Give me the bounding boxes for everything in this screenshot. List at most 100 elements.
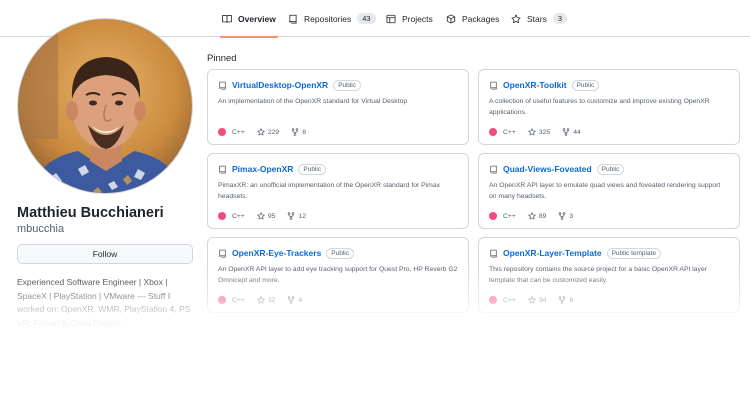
visibility-badge: Public bbox=[571, 79, 600, 91]
stars-count: 95 bbox=[267, 212, 276, 220]
repo-icon bbox=[490, 165, 497, 174]
profile-bio: Experienced Software Engineer | Xbox | S… bbox=[17, 277, 191, 328]
repo-icon bbox=[219, 81, 226, 90]
repo-icon bbox=[219, 249, 226, 258]
repo-description: A collection of useful features to custo… bbox=[489, 98, 710, 116]
follow-button[interactable]: Follow bbox=[17, 244, 193, 264]
repo-language: C++ bbox=[218, 128, 245, 136]
pinned-repo-card: OpenXR-Toolkit Public A collection of us… bbox=[478, 69, 740, 145]
repo-icon bbox=[490, 81, 497, 90]
repo-forks[interactable]: 6 bbox=[558, 296, 573, 304]
repo-language: C++ bbox=[489, 212, 516, 220]
repo-stars[interactable]: 32 bbox=[256, 296, 276, 304]
repo-link[interactable]: OpenXR-Toolkit bbox=[503, 80, 567, 90]
pinned-repo-card: Pimax-OpenXR Public PimaxXR: an unoffici… bbox=[207, 153, 469, 229]
star-icon bbox=[527, 296, 536, 304]
language-color-dot bbox=[489, 296, 497, 304]
fork-icon bbox=[288, 212, 295, 220]
repo-language: C++ bbox=[489, 128, 516, 136]
tab-label: Repositories bbox=[304, 13, 352, 24]
star-icon bbox=[256, 212, 265, 220]
repo-link[interactable]: OpenXR-Eye-Trackers bbox=[232, 248, 321, 258]
repo-stars[interactable]: 34 bbox=[527, 296, 547, 304]
repo-meta: C++ 325 44 bbox=[489, 128, 581, 136]
language-color-dot bbox=[489, 212, 497, 220]
language-label: C++ bbox=[232, 296, 245, 304]
repo-icon bbox=[289, 14, 297, 23]
avatar-photo bbox=[18, 19, 192, 193]
repo-link[interactable]: VirtualDesktop-OpenXR bbox=[232, 80, 328, 90]
language-color-dot bbox=[218, 296, 226, 304]
stars-count: 32 bbox=[267, 296, 276, 304]
tab-repositories[interactable]: Repositories 43 bbox=[288, 0, 376, 37]
repo-meta: C++ 32 4 bbox=[218, 296, 302, 304]
repo-forks[interactable]: 4 bbox=[287, 296, 302, 304]
repo-meta: C++ 89 3 bbox=[489, 212, 573, 220]
pinned-repo-card: OpenXR-Layer-Template Public template Th… bbox=[478, 237, 740, 313]
repo-stars[interactable]: 95 bbox=[256, 212, 276, 220]
visibility-badge: Public bbox=[298, 163, 327, 175]
tab-label: Overview bbox=[238, 13, 276, 24]
star-icon bbox=[527, 128, 536, 136]
tab-label: Projects bbox=[402, 13, 433, 24]
stars-count: 89 bbox=[538, 212, 547, 220]
pinned-repo-card: Quad-Views-Foveated Public An OpenXR API… bbox=[478, 153, 740, 229]
repo-forks[interactable]: 8 bbox=[291, 128, 306, 136]
language-color-dot bbox=[218, 212, 226, 220]
star-icon bbox=[256, 128, 265, 136]
tab-overview[interactable]: Overview bbox=[220, 0, 278, 38]
repo-icon bbox=[219, 165, 226, 174]
repo-forks[interactable]: 12 bbox=[287, 212, 306, 220]
pinned-repo-card: VirtualDesktop-OpenXR Public An implemen… bbox=[207, 69, 469, 145]
tab-projects[interactable]: Projects bbox=[386, 0, 433, 37]
forks-count: 6 bbox=[569, 296, 574, 304]
repo-link[interactable]: OpenXR-Layer-Template bbox=[503, 248, 602, 258]
package-icon bbox=[446, 14, 456, 23]
repo-stars[interactable]: 229 bbox=[256, 128, 280, 136]
repo-meta: C++ 95 12 bbox=[218, 212, 306, 220]
tab-stars[interactable]: Stars 3 bbox=[511, 0, 568, 37]
repo-description: This repository contains the source proj… bbox=[489, 266, 707, 284]
forks-count: 44 bbox=[573, 128, 581, 136]
fork-icon bbox=[288, 296, 295, 304]
tab-packages[interactable]: Packages bbox=[446, 0, 499, 37]
repo-language: C++ bbox=[218, 212, 245, 220]
language-label: C++ bbox=[503, 128, 516, 136]
forks-count: 3 bbox=[569, 212, 574, 220]
pinned-heading: Pinned bbox=[207, 53, 237, 64]
language-label: C++ bbox=[232, 212, 245, 220]
forks-count: 8 bbox=[302, 128, 306, 136]
fork-icon bbox=[559, 296, 566, 304]
visibility-badge: Public bbox=[333, 79, 361, 91]
repositories-count: 43 bbox=[357, 13, 376, 24]
book-icon bbox=[222, 14, 232, 23]
tab-label: Packages bbox=[462, 13, 500, 24]
repo-forks[interactable]: 44 bbox=[562, 128, 581, 136]
avatar[interactable] bbox=[17, 18, 193, 194]
repo-forks[interactable]: 3 bbox=[558, 212, 573, 220]
profile-full-name: Matthieu Bucchianeri bbox=[17, 205, 164, 221]
repo-stars[interactable]: 325 bbox=[527, 128, 550, 136]
fork-icon bbox=[562, 128, 570, 136]
language-color-dot bbox=[218, 128, 226, 136]
visibility-badge: Public template bbox=[606, 247, 662, 259]
repo-meta: C++ 34 6 bbox=[489, 296, 573, 304]
language-label: C++ bbox=[503, 296, 516, 304]
tab-label: Stars bbox=[527, 13, 547, 24]
fork-icon bbox=[559, 212, 566, 220]
table-icon bbox=[386, 14, 396, 23]
stars-count: 34 bbox=[538, 296, 547, 304]
stars-count: 229 bbox=[267, 128, 280, 136]
language-label: C++ bbox=[232, 128, 245, 136]
repo-stars[interactable]: 89 bbox=[527, 212, 547, 220]
language-label: C++ bbox=[503, 212, 516, 220]
repo-link[interactable]: Quad-Views-Foveated bbox=[503, 164, 592, 174]
forks-count: 12 bbox=[298, 212, 306, 220]
stars-count: 3 bbox=[552, 13, 568, 24]
repo-description: An OpenXR API layer to add eye tracking … bbox=[218, 266, 458, 284]
language-color-dot bbox=[489, 128, 497, 136]
visibility-badge: Public bbox=[596, 163, 625, 175]
repo-description: An OpenXR API layer to emulate quad view… bbox=[489, 182, 721, 200]
repo-link[interactable]: Pimax-OpenXR bbox=[232, 164, 293, 174]
repo-meta: C++ 229 8 bbox=[218, 128, 306, 136]
